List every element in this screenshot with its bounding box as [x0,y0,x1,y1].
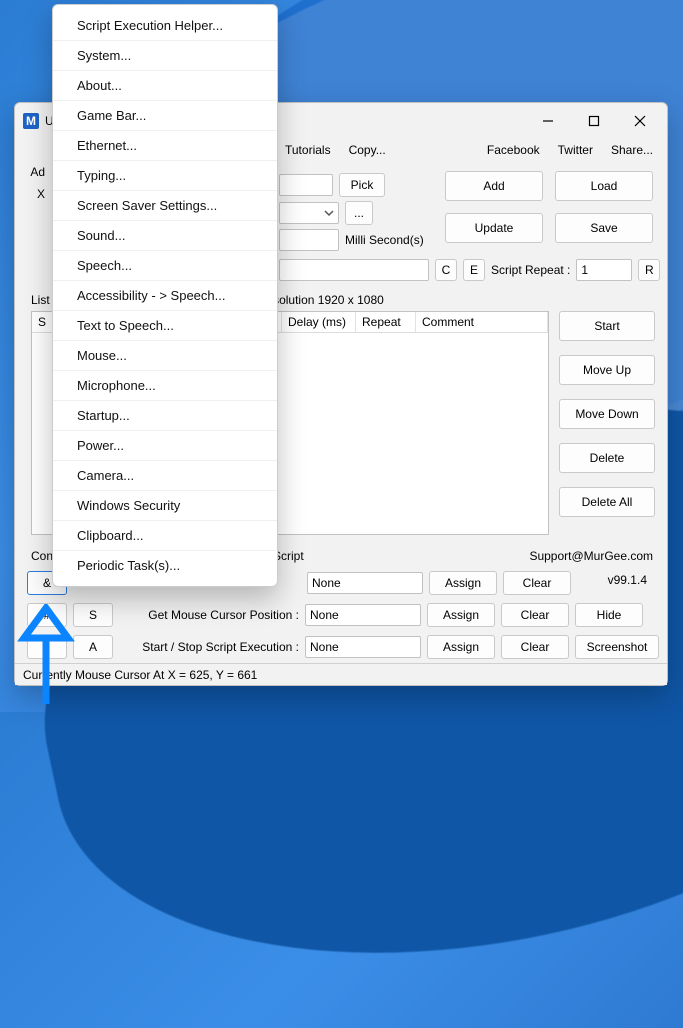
col-delay[interactable]: Delay (ms) [282,312,356,332]
delete-button[interactable]: Delete [559,443,655,473]
r-button[interactable]: R [638,259,660,281]
context-menu: Script Execution Helper...System...About… [52,4,278,587]
menu-copy[interactable]: Copy... [343,143,392,157]
assign-2[interactable]: Assign [427,603,495,627]
minimize-icon [542,115,554,127]
context-menu-item[interactable]: Game Bar... [53,101,277,131]
annotation-arrow [14,604,78,708]
context-menu-item[interactable]: Text to Speech... [53,311,277,341]
start-button[interactable]: Start [559,311,655,341]
menu-facebook[interactable]: Facebook [481,143,546,157]
e-button[interactable]: E [463,259,485,281]
clear-3[interactable]: Clear [501,635,569,659]
config-label: Con [31,549,53,563]
minimize-button[interactable] [525,106,571,136]
clear-1[interactable]: Clear [503,571,571,595]
context-menu-item[interactable]: Windows Security [53,491,277,521]
script-repeat-input[interactable] [576,259,632,281]
status-bar: Currently Mouse Cursor At X = 625, Y = 6… [15,663,667,685]
context-menu-item[interactable]: Power... [53,431,277,461]
context-menu-item[interactable]: Sound... [53,221,277,251]
menu-share[interactable]: Share... [605,143,659,157]
context-menu-item[interactable]: Typing... [53,161,277,191]
hide-button[interactable]: Hide [575,603,643,627]
version-label: v99.1.4 [608,573,647,587]
hotkey-slot-2b[interactable]: S [73,603,113,627]
delay-input[interactable] [279,229,339,251]
script-hotkey-input[interactable] [307,572,423,594]
context-menu-item[interactable]: Clipboard... [53,521,277,551]
load-button[interactable]: Load [555,171,653,201]
assign-1[interactable]: Assign [429,571,497,595]
getmouse-hotkey-input[interactable] [305,604,421,626]
value-input-1[interactable] [279,174,333,196]
clear-2[interactable]: Clear [501,603,569,627]
close-button[interactable] [617,106,663,136]
add-button[interactable]: Add [445,171,543,201]
support-link[interactable]: Support@MurGee.com [529,549,653,563]
startstop-hotkey-input[interactable] [305,636,421,658]
script-name-input[interactable] [279,259,429,281]
menu-tutorials[interactable]: Tutorials [279,143,337,157]
milliseconds-label: Milli Second(s) [345,233,424,247]
context-menu-item[interactable]: Startup... [53,401,277,431]
chevron-down-icon [324,208,334,218]
list-label: List [31,293,50,307]
context-menu-item[interactable]: Camera... [53,461,277,491]
screenshot-button[interactable]: Screenshot [575,635,659,659]
col-repeat[interactable]: Repeat [356,312,416,332]
context-menu-item[interactable]: About... [53,71,277,101]
context-menu-item[interactable]: Accessibility - > Speech... [53,281,277,311]
script-repeat-label: Script Repeat : [491,263,570,277]
col-comment[interactable]: Comment [416,312,548,332]
close-icon [634,115,646,127]
context-menu-item[interactable]: Mouse... [53,341,277,371]
start-stop-label: Start / Stop Script Execution : [119,640,299,654]
save-button[interactable]: Save [555,213,653,243]
add-label: Ad [27,165,45,179]
x-label: X [27,187,45,201]
menu-twitter[interactable]: Twitter [552,143,599,157]
hotkey-slot-3b[interactable]: A [73,635,113,659]
context-menu-item[interactable]: Speech... [53,251,277,281]
deleteall-button[interactable]: Delete All [559,487,655,517]
context-menu-item[interactable]: Ethernet... [53,131,277,161]
app-logo: M [23,113,39,129]
dots-button[interactable]: ... [345,201,373,225]
context-menu-item[interactable]: Periodic Task(s)... [53,551,277,580]
update-button[interactable]: Update [445,213,543,243]
context-menu-item[interactable]: Microphone... [53,371,277,401]
moveup-button[interactable]: Move Up [559,355,655,385]
maximize-button[interactable] [571,106,617,136]
movedown-button[interactable]: Move Down [559,399,655,429]
get-mouse-label: Get Mouse Cursor Position : [119,608,299,622]
c-button[interactable]: C [435,259,457,281]
pick-button[interactable]: Pick [339,173,385,197]
context-menu-item[interactable]: Screen Saver Settings... [53,191,277,221]
assign-3[interactable]: Assign [427,635,495,659]
combo-1[interactable] [279,202,339,224]
context-menu-item[interactable]: System... [53,41,277,71]
context-menu-item[interactable]: Script Execution Helper... [53,11,277,41]
maximize-icon [588,115,600,127]
